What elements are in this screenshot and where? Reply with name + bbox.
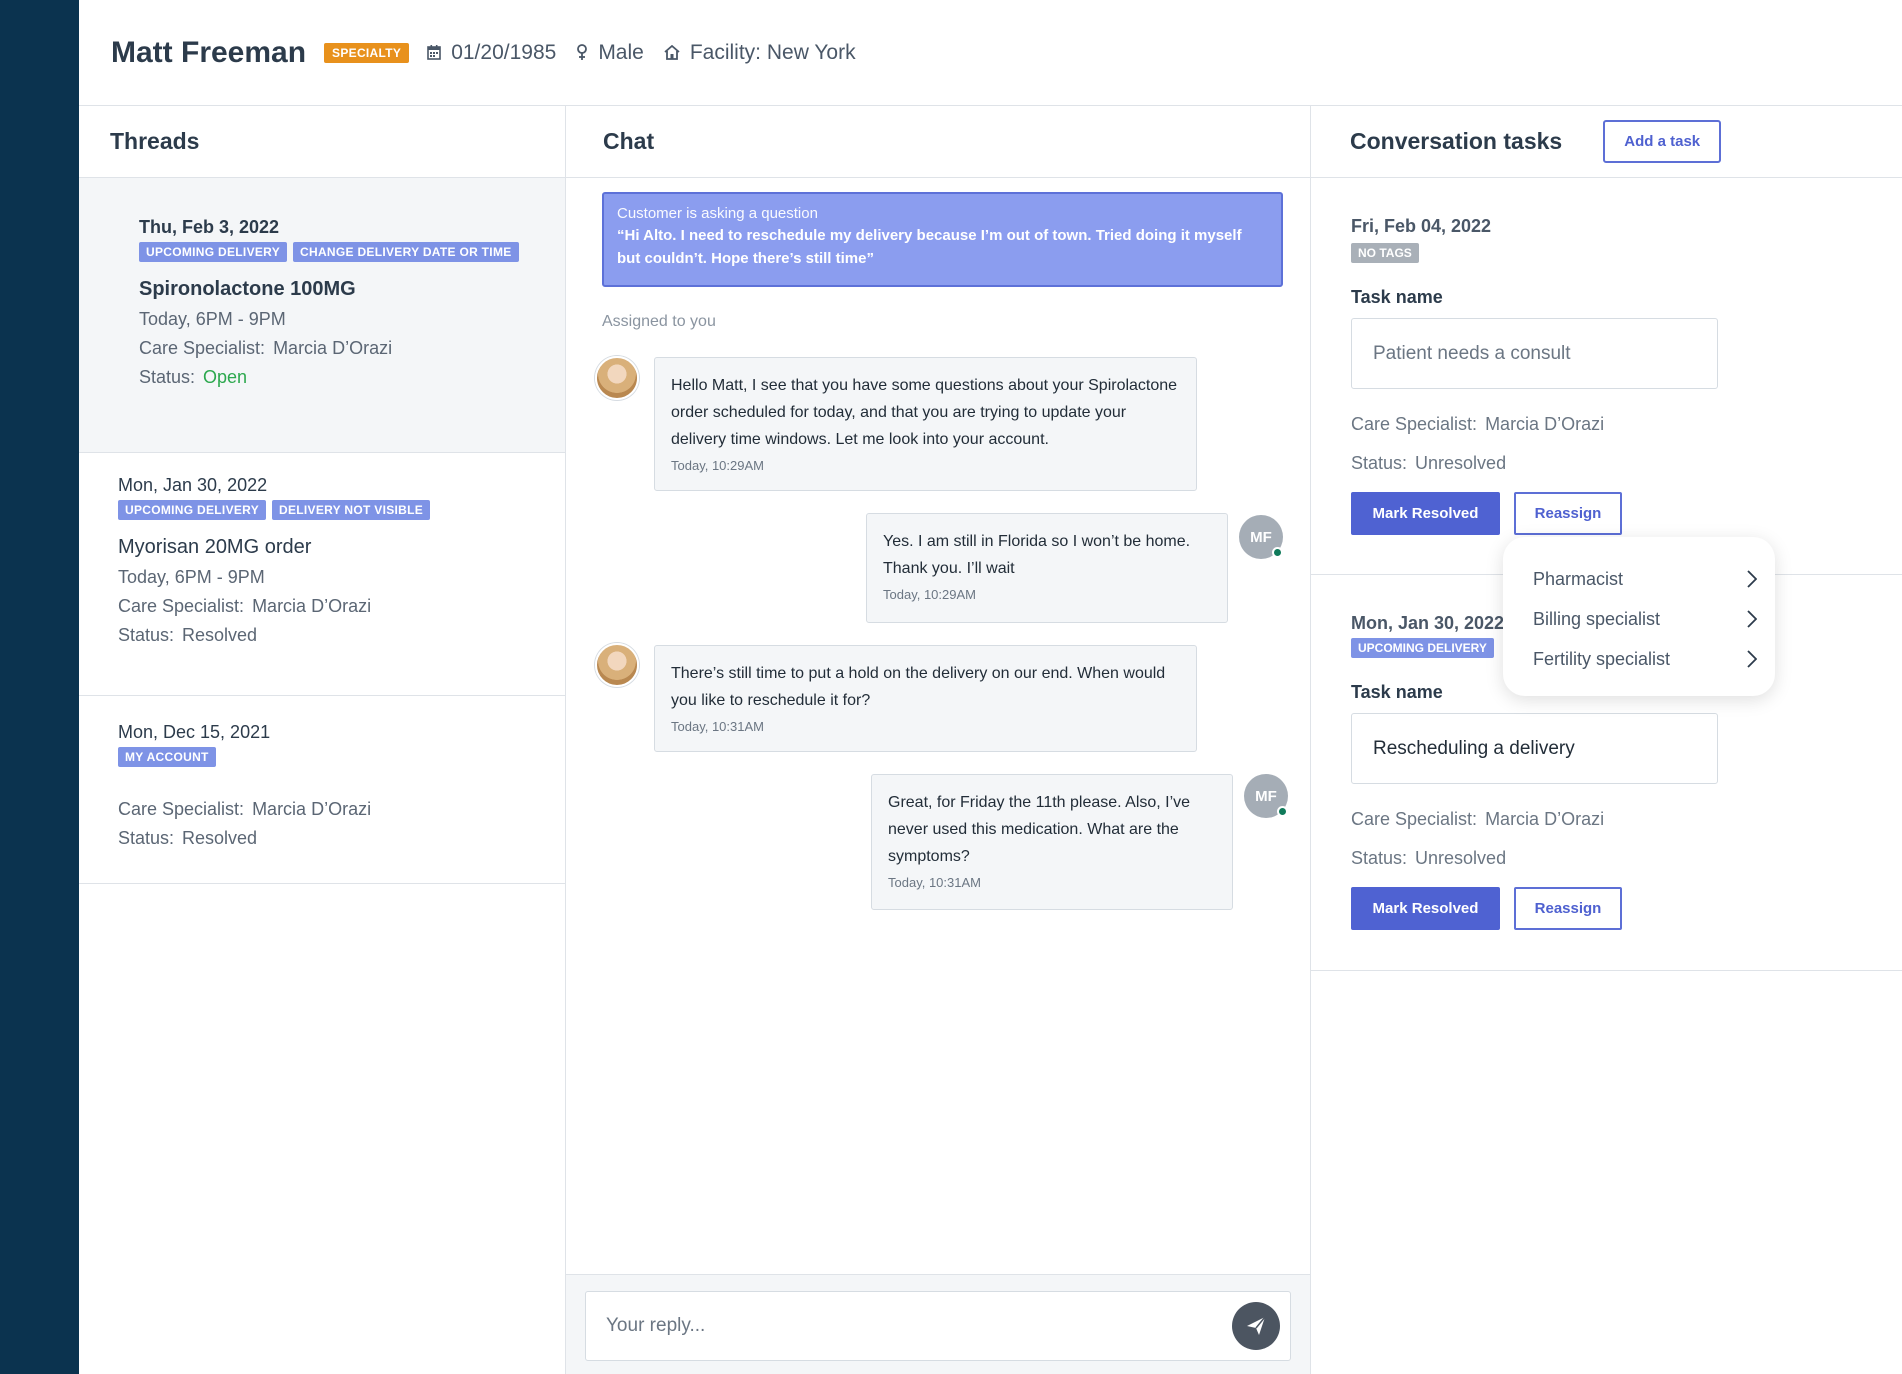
chat-header: Chat [566, 106, 1310, 178]
thread-time: Today, 6PM - 9PM [139, 309, 286, 329]
thread-status: Status: Resolved [118, 828, 258, 848]
message-text: Great, for Friday the 11th please. Also,… [888, 794, 1191, 865]
tasks-header: Conversation tasks Add a task [1311, 106, 1902, 178]
task-specialist: Care Specialist: Marcia D’Orazi [1351, 809, 1605, 829]
task-name-label: Task name [1351, 287, 1443, 307]
menu-item-fertility-specialist[interactable]: Fertility specialist [1503, 639, 1775, 679]
add-task-button[interactable]: Add a task [1603, 120, 1722, 163]
online-indicator [1277, 806, 1288, 817]
chat-message: Yes. I am still in Florida so I won’t be… [866, 513, 1228, 623]
thread-title: Myorisan 20MG order [118, 536, 312, 558]
message-text: Yes. I am still in Florida so I won’t be… [883, 533, 1191, 577]
status-open: Open [203, 367, 248, 387]
thread-tag: DELIVERY NOT VISIBLE [272, 500, 431, 520]
tasks-panel: Conversation tasks Add a task Fri, Feb 0… [1311, 106, 1902, 1374]
task-date: Fri, Feb 04, 2022 [1351, 216, 1492, 236]
question-text: “Hi Alto. I need to reschedule my delive… [617, 227, 1242, 267]
patient-avatar: MF [1239, 515, 1283, 559]
message-time: Today, 10:29AM [883, 587, 976, 602]
task-name-input[interactable]: Rescheduling a delivery [1351, 713, 1718, 784]
threads-header: Threads [79, 106, 565, 178]
dob-meta: 01/20/1985 [427, 41, 556, 65]
menu-item-billing-specialist[interactable]: Billing specialist [1503, 599, 1775, 639]
thread-status: Status: Resolved [118, 625, 258, 645]
reply-placeholder: Your reply... [606, 1315, 706, 1336]
patient-avatar: MF [1244, 774, 1288, 818]
customer-question: Customer is asking a question “Hi Alto. … [602, 192, 1283, 287]
message-time: Today, 10:31AM [671, 719, 764, 734]
assigned-label: Assigned to you [602, 313, 716, 330]
thread-tag: CHANGE DELIVERY DATE OR TIME [293, 242, 519, 262]
menu-item-pharmacist[interactable]: Pharmacist [1503, 559, 1775, 599]
task-specialist: Care Specialist: Marcia D’Orazi [1351, 414, 1605, 434]
message-text: Hello Matt, I see that you have some que… [671, 377, 1178, 448]
dob: 01/20/1985 [451, 40, 557, 64]
thread-specialist: Care Specialist: Marcia D’Orazi [118, 596, 372, 616]
task-name-input[interactable]: Patient needs a consult [1351, 318, 1718, 389]
calendar-icon [427, 45, 442, 60]
mark-resolved-button[interactable]: Mark Resolved [1351, 887, 1500, 930]
tasks-title: Conversation tasks [1350, 128, 1563, 154]
agent-avatar [595, 356, 639, 400]
message-time: Today, 10:29AM [671, 458, 764, 473]
task-item: Fri, Feb 04, 2022 NO TAGS Task name Pati… [1311, 178, 1902, 575]
reassign-button[interactable]: Reassign [1514, 492, 1622, 535]
task-tag: NO TAGS [1351, 243, 1419, 263]
task-status: Status: Unresolved [1351, 453, 1507, 473]
reassign-button[interactable]: Reassign [1514, 887, 1622, 930]
chat-title: Chat [603, 128, 655, 154]
thread-title: Spironolactone 100MG [139, 278, 356, 300]
chevron-right-icon [1747, 570, 1757, 588]
chat-message: There’s still time to put a hold on the … [654, 645, 1197, 752]
gender: Male [598, 40, 644, 64]
thread-tag: UPCOMING DELIVERY [118, 500, 267, 520]
facility-meta: Facility: New York [664, 41, 856, 65]
thread-tag: UPCOMING DELIVERY [139, 242, 288, 262]
facility: Facility: New York [689, 40, 856, 64]
reply-bar: Your reply... [566, 1274, 1310, 1374]
send-icon [1247, 1316, 1266, 1335]
thread-date: Mon, Jan 30, 2022 [118, 475, 268, 495]
agent-avatar [595, 643, 639, 687]
patient-header: Matt Freeman SPECIALTY 01/20/1985 Male F… [79, 0, 1902, 106]
gender-meta: Male [576, 41, 644, 65]
thread-tag: MY ACCOUNT [118, 747, 216, 767]
chevron-right-icon [1747, 610, 1757, 628]
thread-specialist: Care Specialist: Marcia D’Orazi [118, 799, 372, 819]
task-status: Status: Unresolved [1351, 848, 1507, 868]
specialty-badge: SPECIALTY [324, 42, 410, 63]
chat-panel: Chat Customer is asking a question “Hi A… [566, 106, 1311, 1374]
mark-resolved-button[interactable]: Mark Resolved [1351, 492, 1500, 535]
thread-item[interactable]: Mon, Jan 30, 2022 UPCOMING DELIVERY DELI… [79, 453, 565, 696]
threads-panel: Threads Thu, Feb 3, 2022 UPCOMING DELIVE… [79, 106, 566, 1374]
chat-message: Hello Matt, I see that you have some que… [654, 357, 1197, 491]
thread-item[interactable]: Mon, Dec 15, 2021 MY ACCOUNT Care Specia… [79, 696, 565, 884]
threads-title: Threads [110, 128, 200, 154]
send-button[interactable] [1232, 1302, 1280, 1350]
thread-date: Mon, Dec 15, 2021 [118, 722, 271, 742]
online-indicator [1272, 547, 1283, 558]
thread-date: Thu, Feb 3, 2022 [139, 217, 280, 237]
thread-time: Today, 6PM - 9PM [118, 567, 265, 587]
question-label: Customer is asking a question [617, 205, 818, 222]
home-icon [664, 45, 680, 60]
app-sidebar [0, 0, 79, 1374]
chat-message: Great, for Friday the 11th please. Also,… [871, 774, 1233, 910]
patient-name: Matt Freeman [111, 35, 307, 69]
chevron-right-icon [1747, 650, 1757, 668]
thread-item[interactable]: Thu, Feb 3, 2022 UPCOMING DELIVERY CHANG… [79, 178, 565, 453]
message-time: Today, 10:31AM [888, 875, 981, 890]
message-text: There’s still time to put a hold on the … [671, 665, 1166, 709]
reply-input[interactable]: Your reply... [585, 1291, 1291, 1361]
reassign-menu: Pharmacist Billing specialist Fertility … [1503, 537, 1775, 696]
gender-icon [577, 44, 588, 60]
thread-specialist: Care Specialist: Marcia D’Orazi [139, 338, 393, 358]
task-tag: UPCOMING DELIVERY [1351, 638, 1494, 658]
thread-status: Status: Open [139, 367, 248, 387]
